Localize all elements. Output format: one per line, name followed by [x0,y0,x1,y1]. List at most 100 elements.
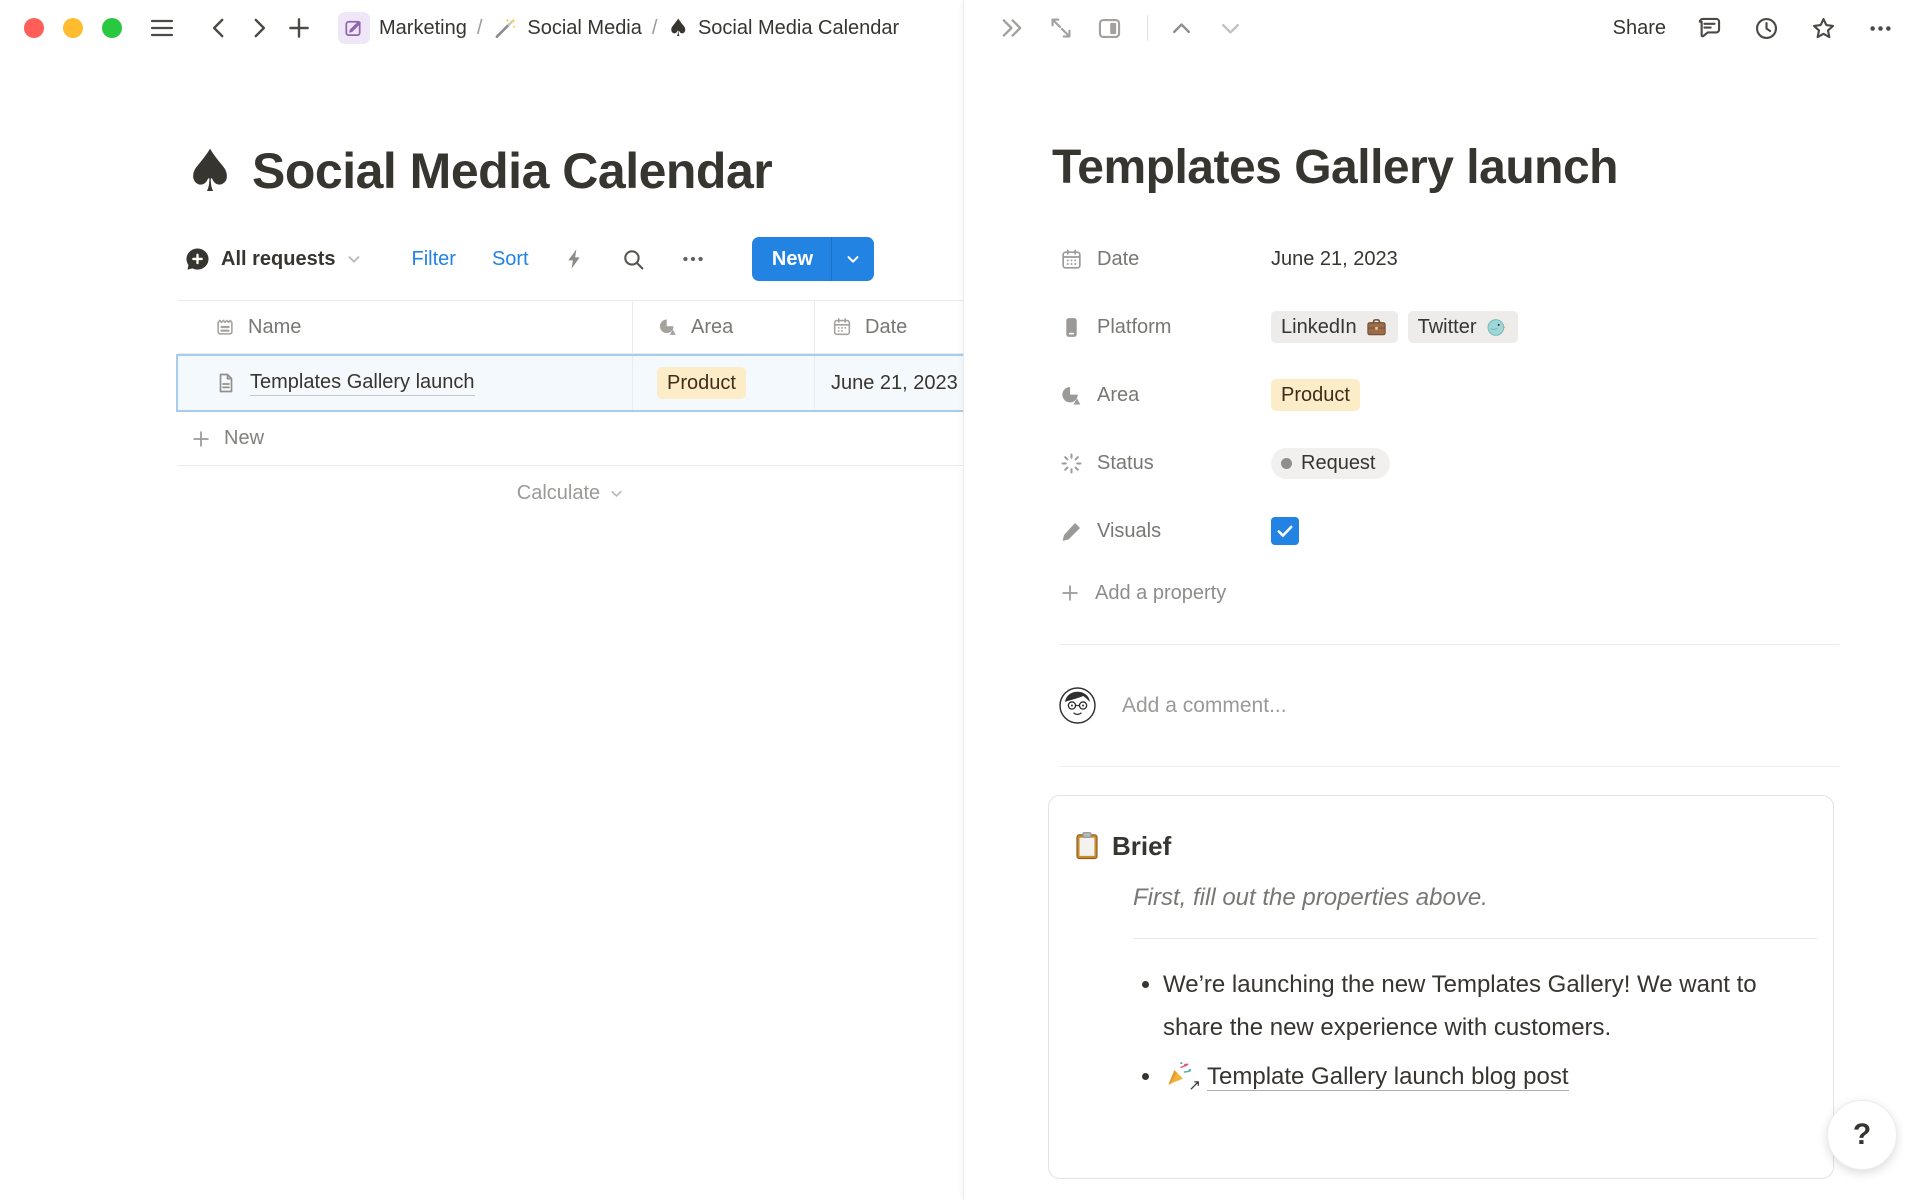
share-button[interactable]: Share [1613,17,1666,40]
column-header-area[interactable]: Area [633,301,815,353]
property-label-text: Status [1097,452,1154,475]
property-list: Date June 21, 2023 Platform LinkedIn [1059,225,1920,565]
brief-bullet: We’re launching the new Templates Galler… [1163,963,1773,1049]
property-value-visuals [1271,517,1299,545]
property-value-area[interactable]: Product [1271,379,1360,411]
platform-tag-twitter[interactable]: Twitter [1408,311,1518,343]
property-label-text: Visuals [1097,520,1161,543]
brief-page-link[interactable]: Template Gallery launch blog post [1207,1063,1569,1091]
status-tag[interactable]: Request [1271,448,1390,479]
view-tab-label: All requests [221,248,335,271]
breadcrumb-label: Social Media Calendar [698,17,899,40]
brief-card: Brief First, fill out the properties abo… [1048,795,1834,1179]
mobile-phone-icon [1059,315,1084,340]
property-row-area: Area Product [1059,361,1920,429]
new-button-dropdown-icon[interactable] [832,250,874,268]
marketing-page-icon [338,12,370,44]
brief-bullet-link: ↗ Template Gallery launch blog post [1163,1055,1773,1098]
header-divider [1147,15,1148,41]
brief-bullet-list: We’re launching the new Templates Galler… [1133,963,1773,1099]
new-record-button[interactable]: New [752,237,874,281]
window-close-button[interactable] [24,18,44,38]
breadcrumb-separator: / [477,17,483,40]
area-tag[interactable]: Product [657,367,746,399]
favorite-star-icon[interactable] [1810,15,1837,42]
property-value-platform[interactable]: LinkedIn Twitter [1271,311,1518,343]
expand-page-icon[interactable] [1048,15,1074,41]
breadcrumb-label: Social Media [527,17,642,40]
property-label-area[interactable]: Area [1059,383,1271,408]
column-header-label: Area [691,316,733,339]
table-new-row-label: New [224,427,264,450]
sidebar-toggle-icon[interactable] [148,14,176,42]
party-popper-emoji: ↗ [1163,1059,1197,1089]
filter-button[interactable]: Filter [411,248,455,271]
property-value-date[interactable]: June 21, 2023 [1271,248,1398,271]
view-options-ellipsis-icon[interactable] [680,246,706,272]
peek-header-actions: Share [1613,15,1894,42]
help-button[interactable]: ? [1827,1100,1897,1170]
previous-record-chevron-up-icon[interactable] [1168,15,1195,42]
status-dot [1281,458,1292,469]
brief-heading[interactable]: Brief [1071,830,1817,862]
tag-label: Twitter [1418,314,1477,340]
platform-tag-linkedin[interactable]: LinkedIn [1271,311,1398,343]
visuals-checkbox-checked[interactable] [1271,517,1299,545]
breadcrumb-item-social-media-calendar[interactable]: ♠ Social Media Calendar [667,16,899,40]
property-label-visuals[interactable]: Visuals [1059,519,1271,544]
sort-button[interactable]: Sort [492,248,529,271]
property-label-text: Platform [1097,316,1171,339]
view-toolbar: All requests Filter Sort New [184,236,874,282]
page-file-icon [214,371,238,395]
pen-icon [1059,519,1084,544]
breadcrumb-item-social-media[interactable]: Social Media [492,15,642,41]
shapes-icon [1059,383,1084,408]
nav-back-icon[interactable] [206,15,232,41]
property-label-status[interactable]: Status [1059,451,1271,476]
view-tab-all-requests[interactable]: All requests [184,246,363,273]
property-value-status[interactable]: Request [1271,448,1390,479]
nav-forward-icon[interactable] [246,15,272,41]
window-minimize-button[interactable] [63,18,83,38]
comments-icon[interactable] [1696,15,1723,42]
brief-title: Brief [1112,831,1171,862]
property-label-platform[interactable]: Platform [1059,315,1271,340]
breadcrumb-item-marketing[interactable]: Marketing [338,12,467,44]
record-title[interactable]: Templates Gallery launch [1052,140,1920,195]
page-title[interactable]: Social Media Calendar [252,142,772,200]
next-record-chevron-down-icon[interactable] [1217,15,1244,42]
add-property-button[interactable]: Add a property [1059,565,1459,621]
automations-bolt-icon[interactable] [563,247,587,271]
column-header-name[interactable]: Name [178,301,633,353]
brief-hint-text: First, fill out the properties above. [1133,884,1817,912]
area-tag[interactable]: Product [1271,379,1360,411]
updates-clock-icon[interactable] [1753,15,1780,42]
bird-emoji [1485,316,1508,339]
close-peek-double-chevron-icon[interactable] [998,14,1026,42]
status-tag-label: Request [1301,452,1376,475]
chevron-down-icon [345,250,363,268]
new-record-button-label: New [752,248,831,271]
column-header-label: Name [248,316,301,339]
briefcase-emoji [1365,316,1388,339]
property-label-text: Area [1097,384,1139,407]
side-peek-panel: Share Templates Gallery launch Date [963,0,1920,1200]
chevron-down-icon [608,485,625,502]
comment-input[interactable]: Add a comment... [1122,694,1920,718]
row-title-link[interactable]: Templates Gallery launch [250,371,475,396]
user-avatar[interactable] [1059,687,1096,724]
clipboard-emoji [1071,830,1103,862]
title-property-icon [214,316,236,338]
new-tab-plus-icon[interactable] [286,15,312,41]
calculate-button[interactable]: Calculate [178,466,964,520]
property-label-date[interactable]: Date [1059,247,1271,272]
plus-icon [190,428,212,450]
divider [1059,766,1839,767]
search-icon[interactable] [621,247,646,272]
side-peek-mode-icon[interactable] [1096,15,1123,42]
more-ellipsis-icon[interactable] [1867,15,1894,42]
page-spade-icon[interactable]: ♠ [184,142,236,200]
row-area-cell[interactable]: Product [633,356,815,410]
row-name-cell[interactable]: Templates Gallery launch [178,356,633,410]
window-zoom-button[interactable] [102,18,122,38]
